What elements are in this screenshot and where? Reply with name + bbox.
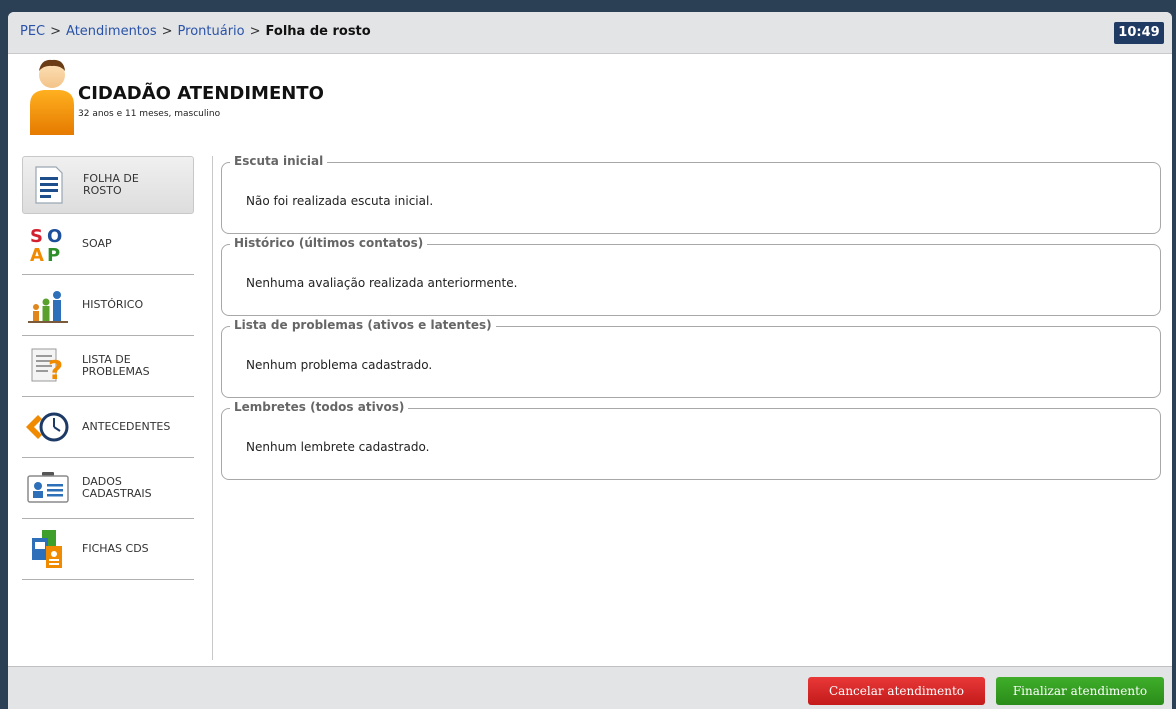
sidebar-label: FOLHA DE ROSTO [83, 173, 183, 197]
sidebar-label: DADOS CADASTRAIS [82, 476, 182, 500]
breadcrumb-separator: > [161, 24, 173, 39]
sidebar-label-line: ANTECEDENTES [82, 420, 171, 433]
people-history-icon [22, 284, 74, 326]
svg-text:?: ? [48, 356, 63, 386]
breadcrumb: PEC > Atendimentos > Prontuário > Folha de ros… [20, 24, 371, 39]
svg-text:A: A [30, 245, 44, 264]
sidebar: FOLHA DE ROSTO S O A P SOAP HISTÓRICO ? … [22, 156, 194, 580]
section-body: Nenhum problema cadastrado. [246, 358, 433, 372]
sidebar-label-line: FICHAS CDS [82, 542, 149, 555]
svg-text:O: O [47, 226, 62, 247]
breadcrumb-prontuario[interactable]: Prontuário [178, 24, 245, 39]
problem-list-icon: ? [22, 345, 74, 387]
id-card-icon [22, 467, 74, 509]
sidebar-item-soap[interactable]: S O A P SOAP [22, 214, 194, 275]
sidebar-label-line: CADASTRAIS [82, 487, 152, 500]
section-title: Histórico (últimos contatos) [230, 236, 428, 250]
document-lines-icon [23, 164, 75, 206]
soap-icon: S O A P [22, 223, 74, 265]
cds-forms-icon [22, 528, 74, 570]
sidebar-item-lista-de-problemas[interactable]: ? LISTA DE PROBLEMAS [22, 336, 194, 397]
breadcrumb-pec[interactable]: PEC [20, 24, 45, 39]
finish-attendance-button[interactable]: Finalizar atendimento [996, 677, 1164, 705]
sidebar-item-fichas-cds[interactable]: FICHAS CDS [22, 519, 194, 580]
sidebar-item-antecedentes[interactable]: ANTECEDENTES [22, 397, 194, 458]
top-bar: PEC > Atendimentos > Prontuário > Folha de ros… [8, 12, 1172, 54]
sidebar-label: HISTÓRICO [82, 299, 182, 311]
breadcrumb-atendimentos[interactable]: Atendimentos [66, 24, 157, 39]
breadcrumb-separator: > [249, 24, 261, 39]
patient-header: CIDADÃO ATENDIMENTO 32 anos e 11 meses, … [8, 55, 1172, 145]
svg-text:S: S [30, 226, 43, 247]
section-historico: Histórico (últimos contatos) Nenhuma ava… [221, 236, 1161, 316]
breadcrumb-current: Folha de rosto [265, 24, 371, 39]
patient-name: CIDADÃO ATENDIMENTO [78, 83, 324, 104]
patient-info: 32 anos e 11 meses, masculino [78, 109, 221, 119]
section-body: Não foi realizada escuta inicial. [246, 194, 434, 208]
app-window: PEC > Atendimentos > Prontuário > Folha de ros… [8, 12, 1172, 709]
section-title: Lista de problemas (ativos e latentes) [230, 318, 496, 332]
footer-bar: Cancelar atendimento Finalizar atendimen… [8, 666, 1172, 709]
main-content: Escuta inicial Não foi realizada escuta … [221, 154, 1161, 490]
sidebar-label-line: ROSTO [83, 184, 122, 197]
section-title: Escuta inicial [230, 154, 328, 168]
sidebar-item-folha-de-rosto[interactable]: FOLHA DE ROSTO [22, 156, 194, 214]
section-escuta-inicial: Escuta inicial Não foi realizada escuta … [221, 154, 1161, 234]
section-title: Lembretes (todos ativos) [230, 400, 409, 414]
cancel-attendance-button[interactable]: Cancelar atendimento [808, 677, 985, 705]
svg-text:P: P [47, 245, 60, 264]
clock-badge: 10:49 [1114, 22, 1164, 44]
section-lembretes: Lembretes (todos ativos) Nenhum lembrete… [221, 400, 1161, 480]
sidebar-divider [212, 156, 213, 660]
section-lista-de-problemas: Lista de problemas (ativos e latentes) N… [221, 318, 1161, 398]
sidebar-label: FICHAS CDS [82, 543, 182, 555]
sidebar-label-line: PROBLEMAS [82, 365, 150, 378]
sidebar-label: SOAP [82, 238, 182, 250]
sidebar-item-historico[interactable]: HISTÓRICO [22, 275, 194, 336]
clock-back-icon [22, 406, 74, 448]
section-body: Nenhum lembrete cadastrado. [246, 440, 430, 454]
section-body: Nenhuma avaliação realizada anteriorment… [246, 276, 518, 290]
sidebar-label: LISTA DE PROBLEMAS [82, 354, 182, 378]
user-avatar-icon [22, 55, 82, 139]
sidebar-label-line: HISTÓRICO [82, 298, 144, 311]
sidebar-label-line: SOAP [82, 237, 112, 250]
sidebar-label: ANTECEDENTES [82, 421, 182, 433]
sidebar-item-dados-cadastrais[interactable]: DADOS CADASTRAIS [22, 458, 194, 519]
breadcrumb-separator: > [50, 24, 62, 39]
